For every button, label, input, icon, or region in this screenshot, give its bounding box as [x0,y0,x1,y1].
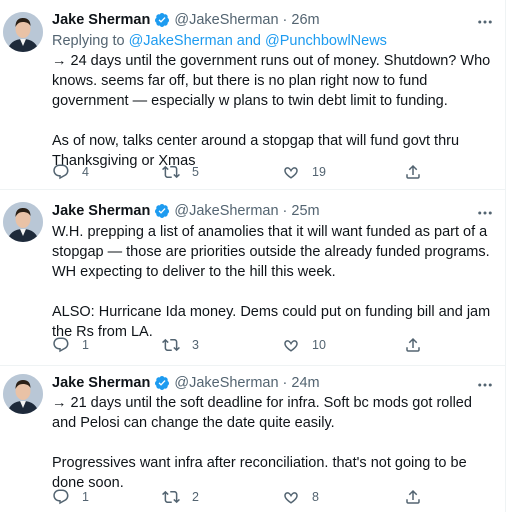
timestamp[interactable]: 26m [291,12,319,28]
retweet-icon [162,165,180,179]
author-name[interactable]: Jake Sherman [52,203,150,219]
tweet-text: W.H. prepping a list of anamolies that i… [52,222,498,342]
retweet-count: 3 [192,338,199,352]
timeline: Jake Sherman @JakeSherman · 26m Replying… [0,0,506,512]
like-button[interactable]: 8 [282,488,319,506]
like-button[interactable]: 19 [282,163,326,181]
tweet-actions: 1 3 10 [52,336,492,356]
reply-button[interactable]: 4 [52,163,89,181]
reply-icon [53,337,69,353]
author-handle[interactable]: @JakeSherman [174,12,278,28]
more-options-icon[interactable] [476,13,494,31]
tweet-header: Jake Sherman @JakeSherman · 26m [52,10,320,30]
retweet-icon [162,490,180,504]
heart-icon [284,340,298,352]
separator-dot: · [282,203,288,219]
reply-icon [53,489,69,505]
share-icon [406,337,420,352]
replying-to-label: Replying to [52,33,129,49]
more-options-icon[interactable] [476,204,494,222]
tweet-text: → 21 days until the soft deadline for in… [52,393,498,493]
tweet-1[interactable]: Jake Sherman @JakeSherman · 26m Replying… [0,0,506,190]
like-count: 19 [312,165,326,179]
reply-button[interactable]: 1 [52,488,89,506]
author-name[interactable]: Jake Sherman [52,12,150,28]
verified-badge-icon [154,12,170,28]
retweet-count: 2 [192,490,199,504]
reply-count: 1 [82,490,89,504]
reply-count: 1 [82,338,89,352]
retweet-button[interactable]: 3 [162,336,199,354]
reply-count: 4 [82,165,89,179]
reply-button[interactable]: 1 [52,336,89,354]
like-count: 10 [312,338,326,352]
retweet-count: 5 [192,165,199,179]
author-name[interactable]: Jake Sherman [52,375,150,391]
author-handle[interactable]: @JakeSherman [174,375,278,391]
tweet-header: Jake Sherman @JakeSherman · 25m [52,201,320,221]
separator-dot: · [282,375,288,391]
replying-to-links[interactable]: @JakeSherman and @PunchbowlNews [129,33,387,49]
separator-dot: · [282,12,288,28]
tweet-header: Jake Sherman @JakeSherman · 24m [52,373,320,393]
verified-badge-icon [154,203,170,219]
retweet-icon [162,338,180,352]
share-button[interactable] [404,488,422,506]
like-button[interactable]: 10 [282,336,326,354]
reply-icon [53,164,69,180]
tweet-paragraph: W.H. prepping a list of anamolies that i… [52,224,490,280]
tweet-actions: 4 5 19 [52,163,492,183]
like-count: 8 [312,490,319,504]
tweet-text: → 24 days until the government runs out … [52,51,498,171]
timestamp[interactable]: 25m [291,203,319,219]
tweet-actions: 1 2 8 [52,488,492,508]
tweet-paragraph: → 24 days until the government runs out … [52,53,491,109]
tweet-2[interactable]: Jake Sherman @JakeSherman · 25m W.H. pre… [0,190,506,366]
retweet-button[interactable]: 5 [162,163,199,181]
heart-icon [284,492,298,504]
share-button[interactable] [404,336,422,354]
share-button[interactable] [404,163,422,181]
tweet-3[interactable]: Jake Sherman @JakeSherman · 24m → 21 day… [0,366,506,512]
verified-badge-icon [154,375,170,391]
more-options-icon[interactable] [476,376,494,394]
heart-icon [284,167,298,179]
share-icon [406,164,420,179]
avatar[interactable] [3,12,43,52]
tweet-paragraph: Progressives want infra after reconcilia… [52,455,467,491]
retweet-button[interactable]: 2 [162,488,199,506]
author-handle[interactable]: @JakeSherman [174,203,278,219]
avatar[interactable] [3,202,43,242]
tweet-paragraph: → 21 days until the soft deadline for in… [52,395,472,431]
share-icon [406,489,420,504]
avatar[interactable] [3,374,43,414]
replying-to: Replying to @JakeSherman and @PunchbowlN… [52,33,387,49]
timestamp[interactable]: 24m [291,375,319,391]
